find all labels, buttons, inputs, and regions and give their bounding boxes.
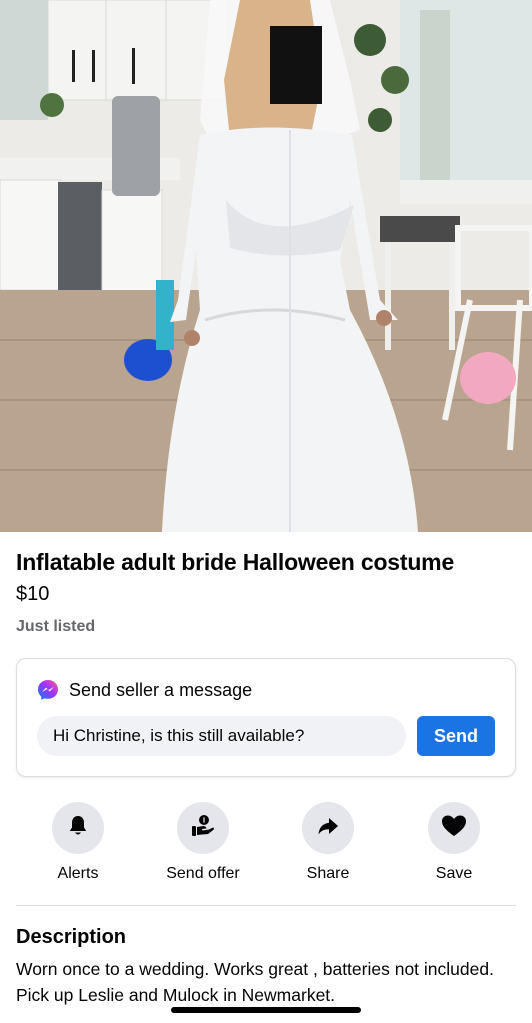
send-offer-circle[interactable] bbox=[177, 802, 229, 854]
save-label: Save bbox=[435, 865, 473, 882]
save-circle[interactable] bbox=[428, 802, 480, 854]
share-label: Share bbox=[306, 865, 350, 882]
send-offer-button[interactable]: Send offer bbox=[143, 802, 263, 892]
listing-photo[interactable] bbox=[0, 0, 532, 532]
share-icon bbox=[316, 814, 340, 843]
description-text: Worn once to a wedding. Works great , ba… bbox=[16, 959, 494, 1005]
heart-icon bbox=[441, 814, 467, 843]
listing-status: Just listed bbox=[16, 618, 96, 635]
message-input[interactable] bbox=[37, 716, 406, 756]
save-button[interactable]: Save bbox=[394, 802, 514, 892]
marketplace-listing-page: Inflatable adult bride Halloween costume… bbox=[0, 0, 532, 1023]
send-message-card: Send seller a message Send bbox=[16, 658, 516, 777]
bell-icon bbox=[66, 814, 90, 843]
alerts-circle[interactable] bbox=[52, 802, 104, 854]
section-divider bbox=[16, 905, 516, 906]
offer-icon bbox=[190, 813, 216, 844]
description-heading: Description bbox=[16, 926, 127, 948]
send-message-header: Send seller a message bbox=[37, 679, 252, 701]
alerts-button[interactable]: Alerts bbox=[18, 802, 138, 892]
listing-price: $10 bbox=[16, 583, 50, 605]
send-message-heading: Send seller a message bbox=[69, 680, 253, 700]
send-button[interactable]: Send bbox=[417, 716, 495, 756]
share-button[interactable]: Share bbox=[268, 802, 388, 892]
send-offer-label: Send offer bbox=[166, 865, 240, 882]
listing-title: Inflatable adult bride Halloween costume bbox=[16, 549, 455, 575]
messenger-icon bbox=[37, 679, 59, 701]
action-row: Alerts Send offer Share Save bbox=[0, 802, 532, 892]
share-circle[interactable] bbox=[302, 802, 354, 854]
home-indicator[interactable] bbox=[171, 1007, 361, 1013]
alerts-label: Alerts bbox=[57, 865, 99, 882]
